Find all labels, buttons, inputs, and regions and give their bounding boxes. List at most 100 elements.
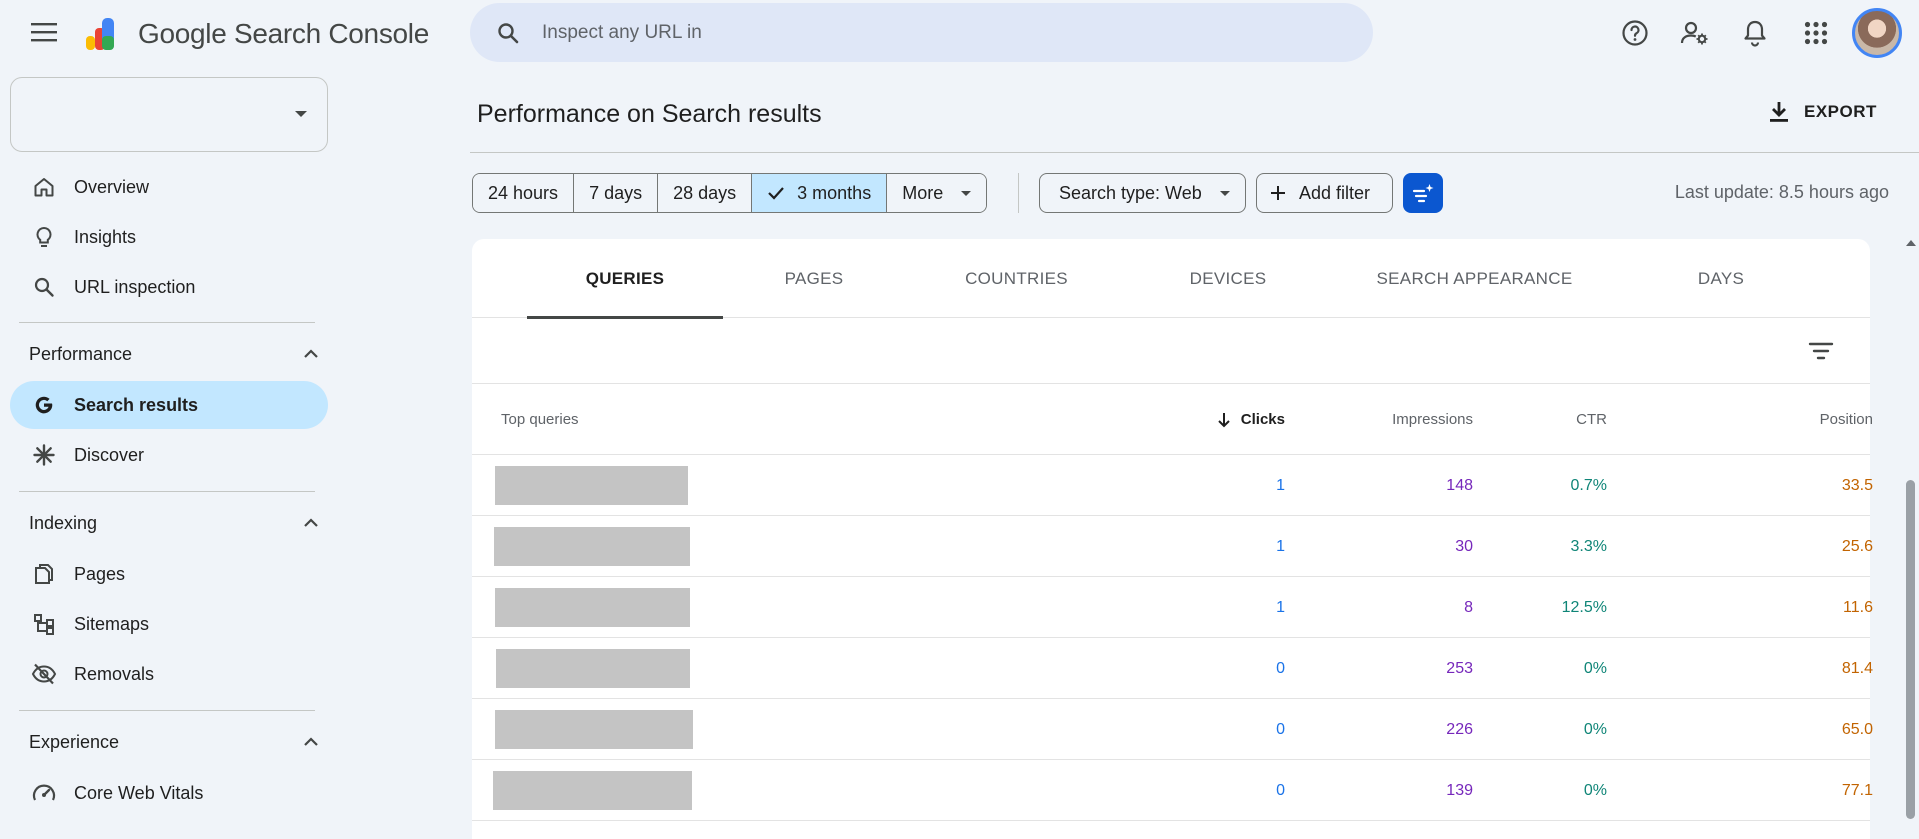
export-button[interactable]: EXPORT [1768, 94, 1877, 130]
clicks-cell: 1 [1276, 537, 1285, 555]
range-28-days-button[interactable]: 28 days [658, 174, 753, 212]
caret-down-icon [961, 190, 972, 196]
ctr-cell: 0.7% [1570, 476, 1607, 494]
impressions-cell: 139 [1446, 781, 1473, 799]
table-row[interactable]: 1 148 0.7% 33.5 [472, 455, 1873, 516]
range-label: 7 days [589, 182, 643, 203]
column-header-impressions[interactable]: Impressions [1300, 384, 1473, 455]
range-label: 3 months [797, 182, 872, 203]
sidebar-item-label: Pages [74, 563, 126, 584]
sidebar-section-title: Performance [29, 343, 133, 364]
arrow-down-icon [1218, 412, 1230, 427]
column-header-position[interactable]: Position [1640, 384, 1873, 455]
header-divider [470, 152, 1919, 153]
sidebar-section-experience[interactable]: Experience [29, 727, 319, 757]
main-scrollbar[interactable] [1902, 236, 1919, 819]
scrollbar-thumb[interactable] [1906, 480, 1915, 819]
chevron-up-icon [304, 737, 318, 746]
ctr-cell: 0% [1583, 659, 1607, 677]
notifications-icon[interactable] [1734, 12, 1776, 54]
clicks-cell: 0 [1276, 781, 1285, 799]
column-header-top-queries[interactable]: Top queries [501, 384, 579, 455]
sidebar-item-overview[interactable]: Overview [10, 163, 328, 211]
ctr-cell: 0% [1583, 720, 1607, 738]
sidebar-item-label: Insights [74, 226, 137, 247]
sidebar-item-label: Sitemaps [74, 613, 150, 634]
speedometer-icon [30, 779, 58, 807]
range-more-dropdown[interactable]: More [887, 174, 987, 212]
apps-grid-icon[interactable] [1795, 12, 1837, 54]
tab-search-appearance[interactable]: SEARCH APPEARANCE [1328, 239, 1621, 318]
sidebar-item-insights[interactable]: Insights [10, 213, 328, 261]
table-row[interactable]: 0 139 0% 77.1 [472, 760, 1873, 821]
tab-countries[interactable]: COUNTRIES [905, 239, 1128, 318]
search-icon[interactable] [492, 17, 524, 49]
url-inspection-search[interactable] [470, 3, 1373, 62]
home-icon [30, 173, 58, 201]
sidebar-item-discover[interactable]: Discover [10, 431, 328, 479]
sidebar-divider [19, 322, 315, 323]
filter-rows-icon[interactable] [1806, 336, 1836, 366]
table-row[interactable]: 0 253 0% 81.4 [472, 638, 1873, 699]
account-avatar[interactable] [1852, 8, 1902, 58]
table-row[interactable]: 0 226 0% 65.0 [472, 699, 1873, 760]
sidebar-item-sitemaps[interactable]: Sitemaps [10, 600, 328, 648]
impressions-cell: 148 [1446, 476, 1473, 494]
column-header-clicks[interactable]: Clicks [1100, 384, 1285, 455]
tab-devices[interactable]: DEVICES [1128, 239, 1328, 318]
range-7-days-button[interactable]: 7 days [574, 174, 659, 212]
scroll-up-icon[interactable] [1906, 240, 1916, 246]
sidebar-item-removals[interactable]: Removals [10, 650, 328, 698]
ctr-cell: 0% [1583, 781, 1607, 799]
main-menu-icon[interactable] [24, 16, 64, 48]
plus-icon [1271, 186, 1285, 200]
asterisk-icon [30, 441, 58, 469]
sitemap-icon [30, 610, 58, 638]
smart-filter-button[interactable] [1403, 173, 1443, 213]
sidebar-item-label: Overview [74, 176, 150, 197]
report-tabs: QUERIES PAGES COUNTRIES DEVICES SEARCH A… [472, 239, 1870, 319]
sidebar-section-performance[interactable]: Performance [29, 339, 319, 369]
sidebar-divider [19, 491, 315, 492]
position-cell: 25.6 [1841, 537, 1873, 555]
pages-icon [30, 560, 58, 588]
table-row[interactable]: 1 30 3.3% 25.6 [472, 516, 1873, 577]
sidebar-item-label: Core Web Vitals [74, 782, 204, 803]
clicks-cell: 0 [1276, 659, 1285, 677]
manage-users-icon[interactable] [1674, 12, 1716, 54]
sidebar-item-url-inspection[interactable]: URL inspection [10, 263, 328, 311]
sidebar-item-label: Removals [74, 663, 155, 684]
redacted-query [495, 710, 693, 749]
tab-pages[interactable]: PAGES [723, 239, 905, 318]
help-icon[interactable] [1614, 12, 1656, 54]
search-type-dropdown[interactable]: Search type: Web [1039, 173, 1246, 213]
sidebar-section-indexing[interactable]: Indexing [29, 508, 319, 538]
google-g-icon [30, 391, 58, 419]
redacted-query [496, 649, 690, 688]
tab-queries[interactable]: QUERIES [527, 239, 723, 319]
range-3-months-button[interactable]: 3 months [752, 174, 888, 212]
sidebar-item-label: Discover [74, 444, 145, 465]
redacted-query [495, 588, 690, 627]
app-brand-title[interactable]: Google Search Console [138, 18, 429, 50]
tab-days[interactable]: DAYS [1621, 239, 1821, 318]
add-filter-button[interactable]: Add filter [1256, 173, 1393, 213]
sidebar-item-core-web-vitals[interactable]: Core Web Vitals [10, 769, 328, 817]
sidebar-item-pages[interactable]: Pages [10, 550, 328, 598]
redacted-query [493, 771, 692, 810]
table-row[interactable]: 1 8 12.5% 11.6 [472, 577, 1873, 638]
property-selector[interactable] [10, 77, 328, 152]
ctr-cell: 12.5% [1561, 598, 1607, 616]
sidebar-item-label: Search results [74, 394, 199, 415]
range-label: 28 days [673, 182, 737, 203]
sidebar-divider [19, 710, 315, 711]
position-cell: 81.4 [1841, 659, 1873, 677]
url-inspection-input[interactable] [542, 21, 1242, 44]
range-label: More [902, 182, 944, 203]
clicks-cell: 0 [1276, 720, 1285, 738]
sidebar-item-search-results[interactable]: Search results [10, 381, 328, 429]
page-title: Performance on Search results [477, 100, 822, 128]
column-header-ctr[interactable]: CTR [1500, 384, 1607, 455]
range-24-hours-button[interactable]: 24 hours [473, 174, 575, 212]
table-toolbar [472, 318, 1870, 384]
